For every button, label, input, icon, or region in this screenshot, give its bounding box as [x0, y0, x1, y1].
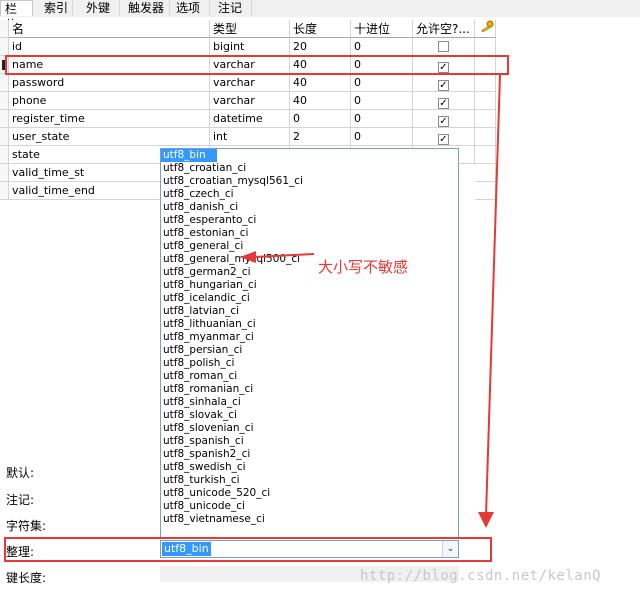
- arrow-head-down: [478, 512, 494, 528]
- annotation-arrows: [240, 74, 501, 528]
- arrow-line-left: [253, 253, 315, 258]
- arrow-line-down: [485, 74, 501, 516]
- annotation-case-insensitive: 大小写不敏感: [318, 258, 409, 276]
- watermark: http://blog.csdn.net/kelanQ: [360, 568, 602, 584]
- arrow-head-left: [240, 251, 256, 263]
